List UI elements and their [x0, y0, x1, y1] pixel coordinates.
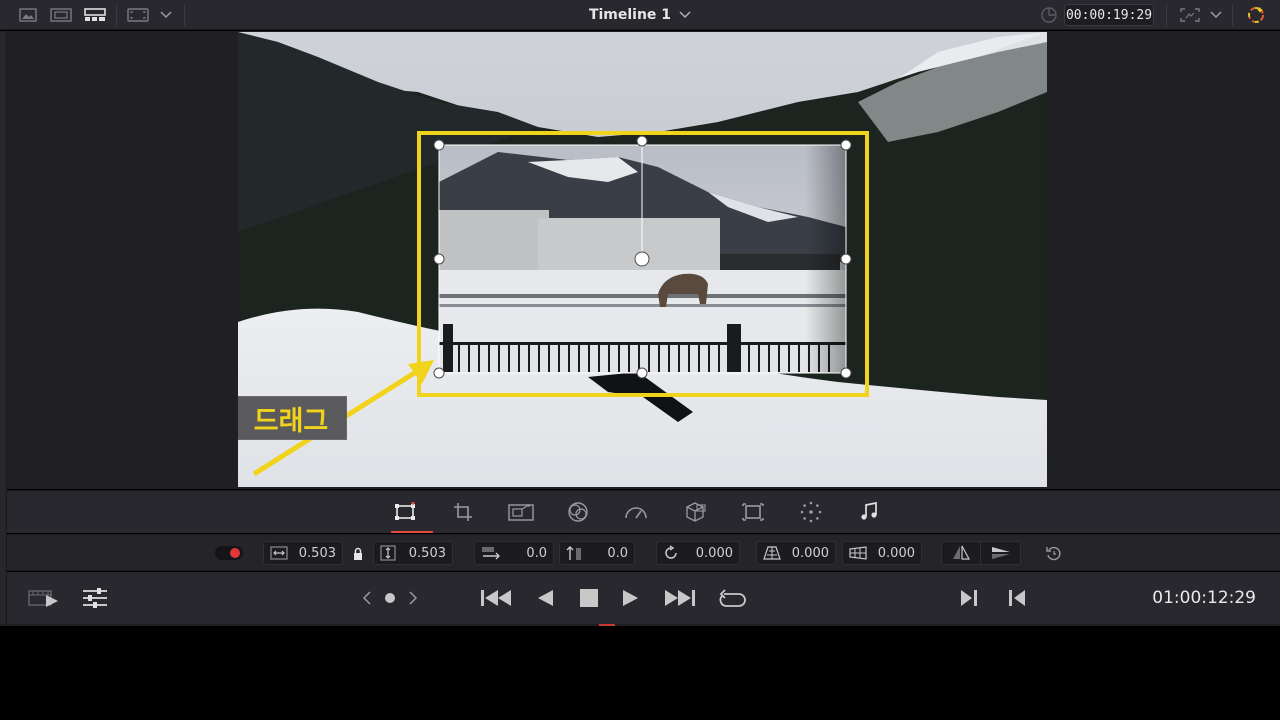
left-rail	[0, 31, 7, 625]
pitch-icon	[763, 546, 781, 560]
rotation-icon	[665, 545, 677, 559]
timeline-timecode: 01:00:12:29	[1152, 588, 1256, 608]
position-x-field[interactable]: 0.0	[474, 541, 554, 565]
position-y-icon	[566, 546, 581, 560]
position-x-icon	[482, 547, 500, 560]
add-marker-icon[interactable]	[382, 584, 398, 612]
mark-out-icon[interactable]	[1005, 584, 1029, 612]
smart-reframe-icon[interactable]	[738, 501, 768, 523]
yaw-value: 0.000	[877, 545, 915, 561]
chevron-down-icon	[679, 11, 691, 19]
zoom-y-value: 0.503	[408, 545, 446, 561]
annotations-icon[interactable]	[796, 501, 826, 523]
previous-marker-icon[interactable]	[359, 584, 375, 612]
fusion-overlay-icon[interactable]	[680, 501, 710, 523]
audio-controls-icon[interactable]	[79, 584, 111, 612]
pitch-field[interactable]: 0.000	[756, 541, 836, 565]
single-viewer-icon[interactable]	[18, 5, 38, 25]
flip-vertical-icon[interactable]	[981, 542, 1020, 564]
safe-area-icon[interactable]	[1178, 5, 1202, 25]
viewer-top-bar: Timeline 1 00:00:19:29	[0, 0, 1280, 30]
rotation-value: 0.000	[695, 545, 733, 561]
source-timecode: 00:00:19:29	[1064, 4, 1154, 26]
timeline-selector[interactable]: Timeline 1	[540, 0, 740, 30]
loop-icon[interactable]	[715, 584, 749, 612]
chevron-down-icon[interactable]	[1208, 5, 1224, 25]
speed-icon[interactable]	[621, 501, 651, 523]
zoom-x-icon	[270, 546, 288, 560]
play-reverse-icon[interactable]	[533, 584, 557, 612]
drag-label: 드래그	[238, 396, 347, 440]
viewer-tools-bar	[7, 490, 1280, 533]
dynamic-zoom-icon[interactable]	[506, 501, 536, 523]
reset-icon[interactable]	[1045, 545, 1063, 563]
position-x-value: 0.0	[526, 545, 547, 561]
active-tool-indicator	[391, 531, 433, 533]
position-y-field[interactable]: 0.0	[559, 541, 635, 565]
audio-icon[interactable]	[854, 501, 884, 523]
playback-settings-icon[interactable]	[1038, 5, 1060, 25]
go-to-start-icon[interactable]	[479, 584, 513, 612]
keyframe-toggle[interactable]	[215, 546, 243, 560]
yaw-icon	[849, 546, 867, 560]
transform-icon[interactable]	[390, 501, 420, 523]
go-to-end-icon[interactable]	[663, 584, 697, 612]
next-marker-icon[interactable]	[405, 584, 421, 612]
zoom-y-field[interactable]: 0.503	[373, 541, 453, 565]
cinema-viewer-icon[interactable]	[25, 584, 61, 612]
mark-in-icon[interactable]	[957, 584, 981, 612]
chevron-down-icon[interactable]	[158, 5, 174, 25]
stop-icon[interactable]	[577, 584, 601, 612]
color-viewer-icon[interactable]	[1244, 5, 1268, 25]
transport-bar: 01:00:12:29	[7, 572, 1280, 624]
rotation-field[interactable]: 0.000	[656, 541, 740, 565]
position-y-value: 0.0	[607, 545, 628, 561]
playhead-marker	[599, 624, 615, 626]
pitch-value: 0.000	[791, 545, 829, 561]
flip-group	[941, 541, 1021, 565]
crop-icon[interactable]	[448, 501, 478, 523]
transform-params-bar: 0.503 0.503 0.0 0.0 0.000 0.000 0.000	[7, 534, 1280, 571]
flip-horizontal-icon[interactable]	[942, 542, 981, 564]
open-fx-overlay-icon[interactable]	[563, 501, 593, 523]
zoom-x-value: 0.503	[298, 545, 336, 561]
timeline-title: Timeline 1	[588, 7, 672, 23]
video-frame[interactable]: 드래그	[238, 32, 1047, 487]
lock-icon[interactable]	[352, 546, 364, 560]
viewer-size-icon[interactable]	[126, 5, 150, 25]
yaw-field[interactable]: 0.000	[842, 541, 922, 565]
play-icon[interactable]	[619, 584, 643, 612]
zoom-y-icon	[380, 545, 396, 561]
timeline-view-icon[interactable]	[84, 5, 106, 25]
zoom-x-field[interactable]: 0.503	[263, 541, 343, 565]
timeline-ruler-edge	[0, 624, 1280, 626]
dual-viewer-icon[interactable]	[50, 5, 72, 25]
